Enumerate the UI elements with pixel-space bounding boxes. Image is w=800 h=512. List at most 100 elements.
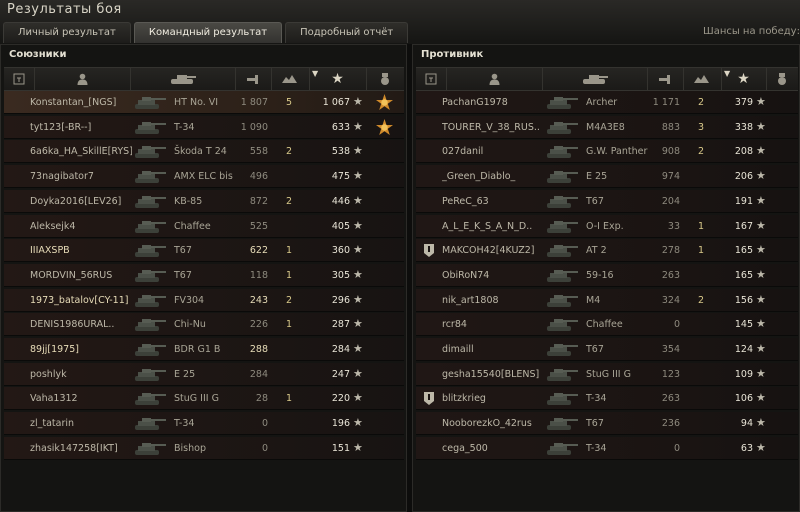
player-row[interactable]: 73nagibator7 AMX ELC bis 496 475 ★ — [4, 165, 404, 189]
player-name[interactable]: nik_art1808 — [442, 295, 544, 306]
player-row[interactable]: dimaill T67 354 124 ★ — [416, 338, 798, 361]
player-name[interactable]: 027danil — [442, 146, 544, 157]
tank-image — [544, 387, 580, 410]
damage-value: 1 807 — [240, 97, 268, 108]
player-name[interactable]: DENIS1986URAL.. — [30, 319, 132, 330]
player-name[interactable]: MORDVIN_56RUS — [30, 270, 132, 281]
player-name[interactable]: 1973_batalov[CY-11] — [30, 295, 132, 306]
tank-name: T-34 — [586, 442, 607, 454]
player-row[interactable]: PachanG1978 Archer 1 171 2 379 ★ — [416, 91, 798, 114]
player-row[interactable]: TOURER_V_38_RUS.. M4A3E8 883 3 338 ★ — [416, 115, 798, 139]
player-row[interactable]: _Green_Diablo_ E 25 974 206 ★ — [416, 165, 798, 189]
medal-column-header[interactable] — [366, 68, 404, 90]
xp-value: 633 — [331, 121, 350, 133]
xp-value: 151 — [331, 442, 350, 454]
damage-value: 288 — [249, 344, 268, 355]
player-name[interactable]: MAKCOH42[4KUZ2] — [442, 245, 544, 256]
tank-name: O-I Exp. — [586, 220, 624, 232]
player-name[interactable]: _Green_Diablo_ — [442, 171, 544, 182]
platoon-icon — [425, 73, 437, 85]
player-name[interactable]: TOURER_V_38_RUS.. — [442, 122, 544, 133]
tank-image — [132, 190, 168, 213]
player-row[interactable]: nik_art1808 M4 324 2 156 ★ — [416, 288, 798, 312]
xp-value: 94 — [740, 418, 753, 430]
player-row[interactable]: rcr84 Chaffee 0 145 ★ — [416, 313, 798, 337]
player-row[interactable]: IIIAXSPB T67 622 1 360 ★ — [4, 239, 404, 263]
player-row[interactable]: MAKCOH42[4KUZ2] AT 2 278 1 165 ★ — [416, 239, 798, 263]
player-name[interactable]: dimaill — [442, 344, 544, 355]
tab-detailed-report[interactable]: Подробный отчёт — [285, 22, 409, 43]
player-row[interactable]: Konstantan_[NGS] HT No. VI 1 807 5 1 067 ★ — [4, 91, 404, 114]
player-row[interactable]: Vaha1312 StuG III G 28 1 220 ★ — [4, 387, 404, 411]
player-name[interactable]: 6a6ka_HA_SkillE[RYS] — [30, 146, 132, 157]
xp-value: 475 — [331, 171, 350, 183]
player-row[interactable]: cega_500 T-34 0 63 ★ — [416, 436, 798, 460]
xp-column-header[interactable]: ▼ ★ — [309, 68, 367, 90]
xp-column-header[interactable]: ▼ ★ — [721, 68, 767, 90]
damage-value: 324 — [661, 294, 680, 306]
player-name[interactable]: Konstantan_[NGS] — [30, 97, 132, 108]
player-row[interactable]: gesha15540[BLENS] StuG III G 123 109 ★ — [416, 362, 798, 386]
player-name[interactable]: 73nagibator7 — [30, 171, 132, 182]
tank-image — [544, 215, 580, 238]
player-name[interactable]: tyt123[-BR--] — [30, 122, 132, 133]
player-name[interactable]: NooborezkO_42rus — [442, 418, 544, 429]
player-column-header[interactable] — [34, 68, 131, 90]
player-name[interactable]: Vaha1312 — [30, 393, 132, 404]
player-name[interactable]: rcr84 — [442, 319, 544, 330]
xp-star-icon: ★ — [756, 119, 766, 133]
tank-column-header[interactable] — [130, 68, 236, 90]
player-row[interactable]: blitzkrieg T-34 263 106 ★ — [416, 387, 798, 411]
platoon-column-header[interactable] — [416, 68, 447, 90]
player-row[interactable]: PeReC_63 T67 204 191 ★ — [416, 189, 798, 213]
achievement-medal-icon[interactable] — [376, 118, 393, 135]
player-row[interactable]: NooborezkO_42rus T67 236 94 ★ — [416, 412, 798, 436]
damage-column-header[interactable] — [647, 68, 684, 90]
player-row[interactable]: Doyka2016[LEV26] KB-85 872 2 446 ★ — [4, 189, 404, 213]
player-row[interactable]: 027danil G.W. Panther 908 2 208 ★ — [416, 140, 798, 164]
player-row[interactable]: 1973_batalov[CY-11] FV304 243 2 296 ★ — [4, 288, 404, 312]
player-row[interactable]: tyt123[-BR--] T-34 1 090 633 ★ — [4, 115, 404, 139]
player-name[interactable]: poshlyk — [30, 369, 132, 380]
player-row[interactable]: Aleksejk4 Chaffee 525 405 ★ — [4, 214, 404, 238]
player-name[interactable]: gesha15540[BLENS] — [442, 369, 544, 380]
tank-name: StuG III G — [174, 393, 219, 405]
achievement-medal-icon[interactable] — [376, 94, 393, 110]
xp-value: 109 — [734, 368, 753, 380]
player-name[interactable]: blitzkrieg — [442, 393, 544, 404]
player-name[interactable]: Aleksejk4 — [30, 221, 132, 232]
player-row[interactable]: MORDVIN_56RUS T67 118 1 305 ★ — [4, 263, 404, 287]
xp-value: 379 — [734, 97, 753, 108]
tab-team-result[interactable]: Командный результат — [133, 22, 283, 43]
player-row[interactable]: 6a6ka_HA_SkillE[RYS] Škoda T 24 558 2 538 ★ — [4, 140, 404, 164]
kills-column-header[interactable] — [683, 68, 722, 90]
player-column-header[interactable] — [446, 68, 543, 90]
damage-icon — [247, 75, 258, 84]
tab-personal-result[interactable]: Личный результат — [3, 22, 131, 43]
platoon-column-header[interactable] — [4, 68, 35, 90]
player-row[interactable]: poshlyk E 25 284 247 ★ — [4, 362, 404, 386]
player-name[interactable]: ObiRoN74 — [442, 270, 544, 281]
player-name[interactable]: IIIAXSPB — [30, 245, 132, 256]
player-row[interactable]: ObiRoN74 59-16 263 165 ★ — [416, 263, 798, 287]
player-name[interactable]: zl_tatarin — [30, 418, 132, 429]
player-name[interactable]: PachanG1978 — [442, 97, 544, 108]
player-row[interactable]: DENIS1986URAL.. Chi-Nu 226 1 287 ★ — [4, 313, 404, 337]
player-name[interactable]: PeReC_63 — [442, 196, 544, 207]
tank-column-header[interactable] — [542, 68, 648, 90]
player-name[interactable]: A_L_E_K_S_A_N_D.. — [442, 221, 544, 232]
xp-value: 287 — [331, 319, 350, 331]
kills-column-header[interactable] — [271, 68, 310, 90]
player-row[interactable]: A_L_E_K_S_A_N_D.. O-I Exp. 33 1 167 ★ — [416, 214, 798, 238]
player-row[interactable]: zhasik147258[IKT] Bishop 0 151 ★ — [4, 436, 404, 460]
player-name[interactable]: 89jj[1975] — [30, 344, 132, 355]
medal-column-header[interactable] — [766, 68, 798, 90]
damage-column-header[interactable] — [235, 68, 272, 90]
player-name[interactable]: zhasik147258[IKT] — [30, 443, 132, 454]
player-row[interactable]: zl_tatarin T-34 0 196 ★ — [4, 412, 404, 436]
player-name[interactable]: cega_500 — [442, 443, 544, 454]
player-row[interactable]: 89jj[1975] BDR G1 B 288 284 ★ — [4, 338, 404, 361]
player-name[interactable]: Doyka2016[LEV26] — [30, 196, 132, 207]
tank-icon — [582, 75, 608, 84]
xp-star-icon: ★ — [353, 218, 363, 232]
